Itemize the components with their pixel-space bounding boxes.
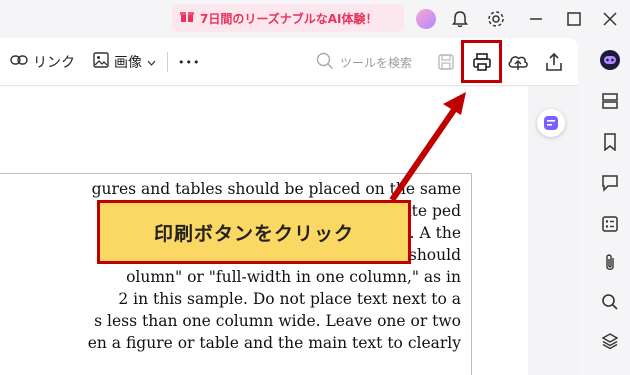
- callout-box: 印刷ボタンをクリック: [97, 200, 411, 264]
- more-button[interactable]: •••: [178, 38, 200, 86]
- page-line: 2 in this sample. Do not place text next…: [118, 290, 461, 308]
- attachment-icon[interactable]: [590, 249, 630, 277]
- search-icon: [316, 52, 334, 73]
- ai-assistant-icon[interactable]: [590, 46, 630, 74]
- promo-banner[interactable]: 7日間のリーズナブルなAI体験！: [172, 4, 404, 32]
- tool-search[interactable]: ツールを検索: [316, 50, 412, 74]
- image-icon: [93, 52, 109, 72]
- image-label: 画像: [114, 55, 142, 71]
- image-button[interactable]: 画像: [93, 38, 156, 86]
- panels-icon[interactable]: [590, 87, 630, 115]
- chevron-down-icon: [147, 54, 156, 70]
- page-line: gures and tables should be placed on the…: [91, 180, 461, 198]
- link-icon: [10, 54, 28, 70]
- minimize-icon[interactable]: [523, 6, 549, 32]
- bookmark-icon[interactable]: [590, 128, 630, 156]
- right-sidebar: [590, 38, 630, 375]
- toolbar-divider: [167, 52, 168, 72]
- avatar[interactable]: [416, 9, 436, 29]
- share-icon[interactable]: [541, 49, 567, 75]
- gear-icon[interactable]: [483, 6, 509, 32]
- link-label: リンク: [33, 55, 75, 71]
- layers-icon[interactable]: [590, 327, 630, 355]
- save-icon[interactable]: [433, 49, 459, 75]
- print-highlight-box: [461, 40, 502, 83]
- comment-icon[interactable]: [590, 169, 630, 197]
- promo-text: 7日間のリーズナブルなAI体験！: [200, 11, 378, 26]
- maximize-icon[interactable]: [561, 6, 587, 32]
- more-label: •••: [178, 55, 201, 69]
- bell-icon[interactable]: [447, 6, 473, 32]
- page-line: s less than one column wide. Leave one o…: [94, 312, 461, 330]
- search-placeholder: ツールを検索: [340, 55, 413, 70]
- link-button[interactable]: リンク: [10, 38, 75, 86]
- gift-icon: [180, 9, 194, 27]
- form-icon[interactable]: [590, 210, 630, 238]
- cloud-upload-icon[interactable]: [505, 49, 531, 75]
- title-bar: 7日間のリーズナブルなAI体験！: [0, 0, 630, 38]
- close-icon[interactable]: [597, 6, 623, 32]
- ai-assistant-button[interactable]: [537, 109, 565, 137]
- page-line: olumn" or "full-width in one column," as…: [126, 268, 461, 286]
- page-line: en a figure or table and the main text t…: [87, 334, 461, 352]
- callout-text: 印刷ボタンをクリック: [153, 222, 354, 245]
- search-icon[interactable]: [590, 288, 630, 316]
